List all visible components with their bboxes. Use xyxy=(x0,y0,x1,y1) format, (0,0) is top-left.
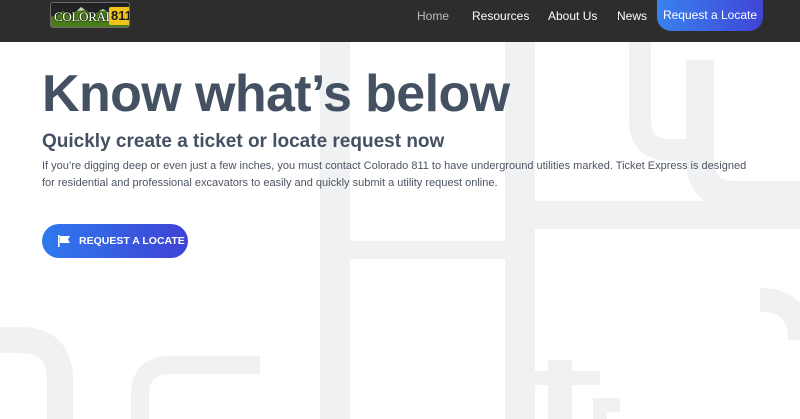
hero-subtitle: Quickly create a ticket or locate reques… xyxy=(42,131,445,152)
request-locate-button-label: REQUEST A LOCATE xyxy=(79,235,185,247)
hero-title: Know what’s below xyxy=(42,65,510,123)
nav-news-link[interactable]: News xyxy=(617,9,647,23)
nav-home-link[interactable]: Home xyxy=(417,9,449,23)
hero-description: If you’re digging deep or even just a fe… xyxy=(42,160,747,189)
nav-request-locate-button[interactable]: Request a Locate xyxy=(657,0,763,31)
top-navbar: COLORADO 811 Home Resources About Us New… xyxy=(0,0,800,42)
nav-about-us-link[interactable]: About Us xyxy=(548,9,597,23)
logo-number: 811 xyxy=(109,7,129,25)
nav-resources-link[interactable]: Resources xyxy=(472,9,529,23)
colorado-811-logo[interactable]: COLORADO 811 xyxy=(50,2,130,28)
request-locate-button[interactable]: REQUEST A LOCATE xyxy=(42,224,188,258)
hero-section: Know what’s below Quickly create a ticke… xyxy=(0,42,800,419)
flag-icon xyxy=(58,235,70,247)
